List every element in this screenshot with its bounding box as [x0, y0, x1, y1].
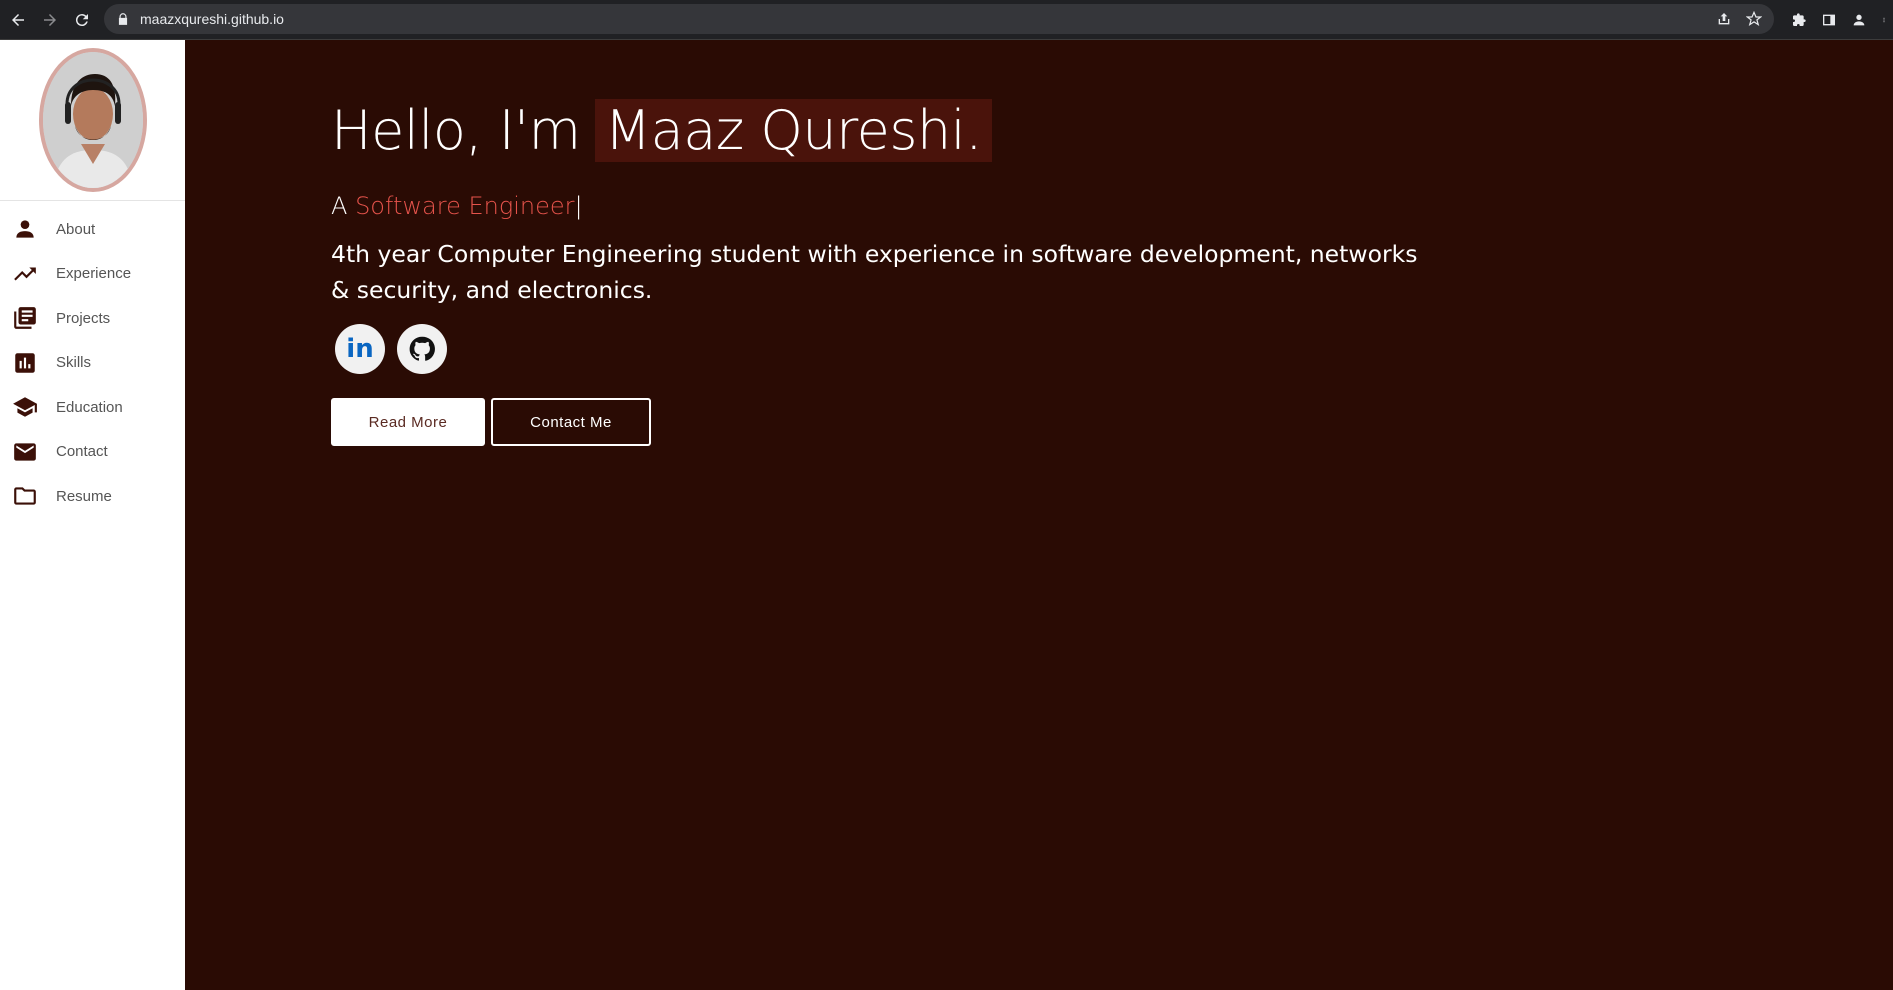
sidebar-nav: About Experience Projects Skills Educati…	[0, 201, 185, 519]
sidebar-item-experience[interactable]: Experience	[0, 252, 185, 297]
sidebar-item-label: Projects	[56, 309, 111, 327]
hero-buttons: Read More Contact Me	[331, 398, 1531, 446]
sidebar: About Experience Projects Skills Educati…	[0, 40, 185, 990]
arrow-left-icon	[12, 13, 24, 26]
reload-icon	[75, 13, 88, 26]
side-panel-icon[interactable]	[1821, 12, 1837, 28]
back-button[interactable]	[4, 6, 32, 34]
linkedin-link[interactable]: in	[335, 324, 385, 374]
star-icon[interactable]	[1746, 11, 1762, 27]
forward-button[interactable]	[36, 6, 64, 34]
social-links: in	[331, 324, 1531, 374]
sidebar-item-label: Resume	[56, 487, 112, 505]
role-text: Software Engineer	[355, 192, 575, 220]
sidebar-item-label: Experience	[56, 265, 132, 283]
read-more-button[interactable]: Read More	[331, 398, 485, 446]
sidebar-item-label: Skills	[56, 354, 92, 372]
browser-toolbar: maazxqureshi.github.io	[0, 0, 1893, 40]
typing-cursor: |	[574, 192, 583, 220]
name-highlight: Maaz Qureshi.	[594, 98, 992, 162]
github-link[interactable]	[397, 324, 447, 374]
linkedin-icon: in	[346, 334, 374, 364]
github-icon	[409, 336, 435, 361]
school-icon	[12, 394, 38, 420]
menu-dots-icon[interactable]	[1881, 12, 1887, 28]
sidebar-item-about[interactable]: About	[0, 207, 185, 252]
sidebar-item-projects[interactable]: Projects	[0, 296, 185, 341]
avatar	[38, 48, 147, 192]
library-books-icon	[12, 305, 38, 331]
hero-section: Hello, I'm Maaz Qureshi. A Software Engi…	[331, 96, 1531, 446]
reload-button[interactable]	[68, 6, 96, 34]
sidebar-item-education[interactable]: Education	[0, 385, 185, 430]
hero-description: 4th year Computer Engineering student wi…	[331, 240, 1418, 304]
bar-chart-icon	[12, 350, 38, 376]
arrow-right-icon	[44, 13, 56, 26]
sidebar-item-label: Contact	[56, 443, 108, 461]
main-content: Hello, I'm Maaz Qureshi. A Software Engi…	[185, 40, 1893, 990]
contact-me-button[interactable]: Contact Me	[491, 398, 651, 446]
sidebar-item-label: About	[56, 220, 96, 238]
folder-icon	[12, 483, 38, 509]
person-icon	[12, 216, 38, 242]
avatar-container	[0, 40, 185, 201]
sidebar-item-contact[interactable]: Contact	[0, 430, 185, 475]
sidebar-item-skills[interactable]: Skills	[0, 341, 185, 386]
sidebar-item-label: Education	[56, 398, 123, 416]
role-prefix: A	[331, 192, 348, 220]
share-icon[interactable]	[1716, 11, 1732, 27]
url-text: maazxqureshi.github.io	[140, 11, 284, 27]
mail-icon	[12, 439, 38, 465]
address-bar[interactable]: maazxqureshi.github.io	[104, 4, 1774, 34]
lock-icon	[116, 12, 130, 26]
trending-up-icon	[12, 261, 38, 287]
extensions-icon[interactable]	[1791, 12, 1807, 28]
profile-icon[interactable]	[1851, 12, 1867, 28]
role-line: A Software Engineer|	[331, 192, 1531, 220]
greeting-text: Hello, I'm	[331, 98, 581, 162]
sidebar-item-resume[interactable]: Resume	[0, 474, 185, 519]
hero-heading: Hello, I'm Maaz Qureshi.	[331, 96, 1531, 164]
